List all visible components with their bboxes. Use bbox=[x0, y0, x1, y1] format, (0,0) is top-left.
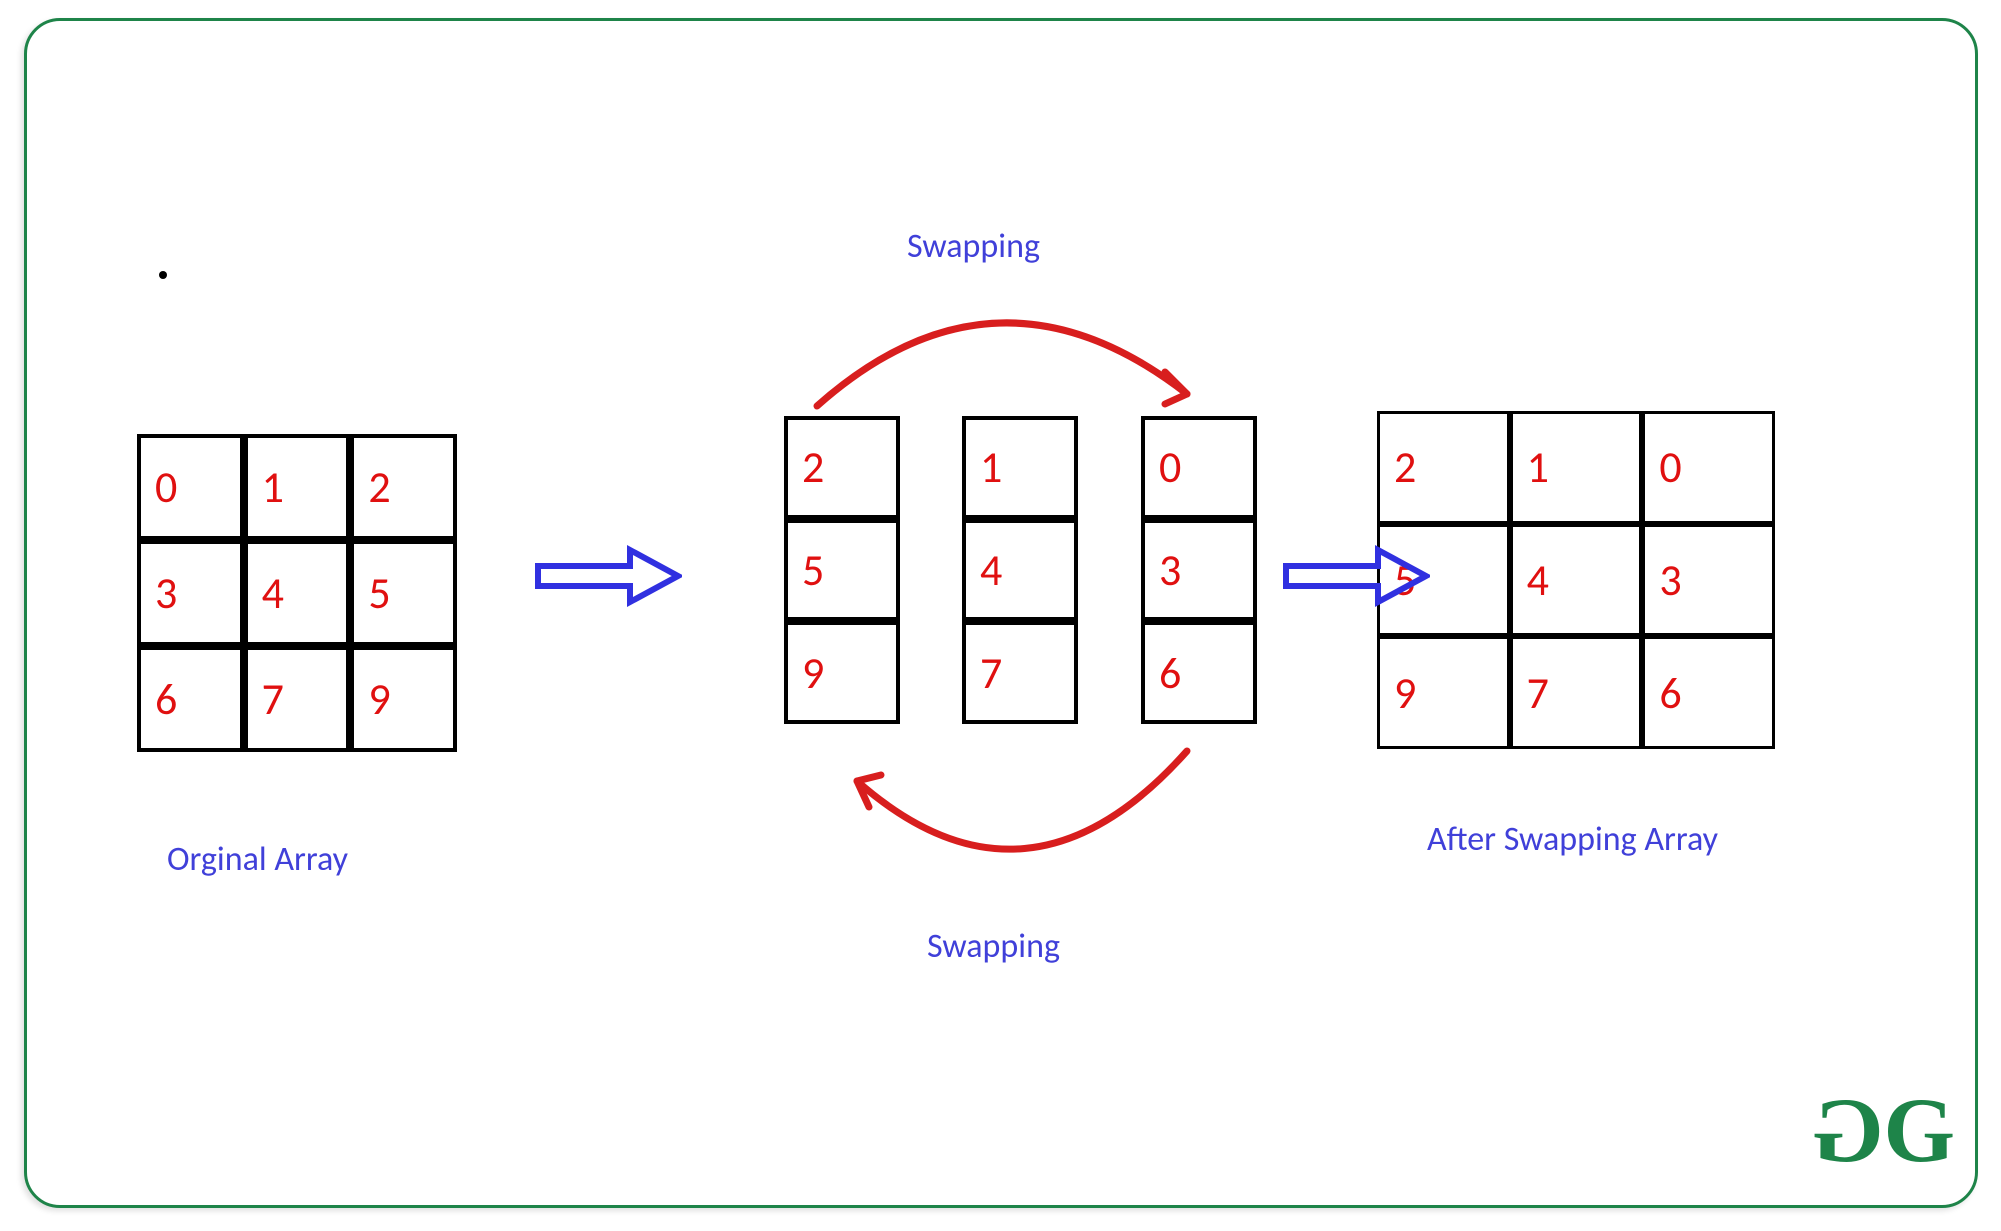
grid-cell: 9 bbox=[350, 646, 457, 752]
grid-cell: 4 bbox=[962, 519, 1078, 622]
diagram-frame: Swapping Swapping Orginal Array After Sw… bbox=[24, 18, 1978, 1208]
logo-g-left: G bbox=[1828, 1077, 1884, 1183]
logo-g-right: G bbox=[1883, 1077, 1939, 1183]
grid-cell: 1 bbox=[244, 434, 351, 540]
middle-column-2: 1 4 7 bbox=[962, 416, 1078, 724]
swap-arrow-bottom-icon bbox=[827, 741, 1217, 911]
after-array-grid: 2 1 0 5 4 3 9 7 6 bbox=[1377, 411, 1775, 749]
grid-cell: 2 bbox=[1377, 411, 1510, 524]
grid-cell: 6 bbox=[1141, 621, 1257, 724]
grid-cell: 7 bbox=[1510, 636, 1643, 749]
original-array-label: Orginal Array bbox=[167, 839, 348, 880]
grid-cell: 5 bbox=[784, 519, 900, 622]
swapping-label-top: Swapping bbox=[907, 226, 1040, 267]
grid-cell: 2 bbox=[784, 416, 900, 519]
swap-arrow-top-icon bbox=[787, 276, 1217, 416]
grid-cell: 1 bbox=[962, 416, 1078, 519]
grid-cell: 9 bbox=[784, 621, 900, 724]
grid-cell: 4 bbox=[1510, 524, 1643, 637]
after-array-label: After Swapping Array bbox=[1427, 819, 1718, 860]
grid-cell: 0 bbox=[1642, 411, 1775, 524]
grid-cell: 2 bbox=[350, 434, 457, 540]
grid-cell: 6 bbox=[137, 646, 244, 752]
grid-cell: 3 bbox=[137, 540, 244, 646]
stray-dot bbox=[159, 271, 167, 279]
grid-cell: 1 bbox=[1510, 411, 1643, 524]
grid-cell: 9 bbox=[1377, 636, 1510, 749]
flow-arrow-icon-1 bbox=[534, 544, 682, 608]
original-array-grid: 0 1 2 3 4 5 6 7 9 bbox=[137, 434, 457, 752]
grid-cell: 6 bbox=[1642, 636, 1775, 749]
grid-cell: 3 bbox=[1642, 524, 1775, 637]
middle-column-3: 0 3 6 bbox=[1141, 416, 1257, 724]
geeksforgeeks-logo: G G bbox=[1828, 1077, 1939, 1183]
grid-cell: 7 bbox=[244, 646, 351, 752]
flow-arrow-icon-2 bbox=[1282, 544, 1430, 608]
grid-cell: 0 bbox=[137, 434, 244, 540]
grid-cell: 3 bbox=[1141, 519, 1257, 622]
grid-cell: 5 bbox=[350, 540, 457, 646]
swapping-label-bottom: Swapping bbox=[927, 926, 1060, 967]
middle-column-1: 2 5 9 bbox=[784, 416, 900, 724]
grid-cell: 4 bbox=[244, 540, 351, 646]
grid-cell: 7 bbox=[962, 621, 1078, 724]
grid-cell: 0 bbox=[1141, 416, 1257, 519]
